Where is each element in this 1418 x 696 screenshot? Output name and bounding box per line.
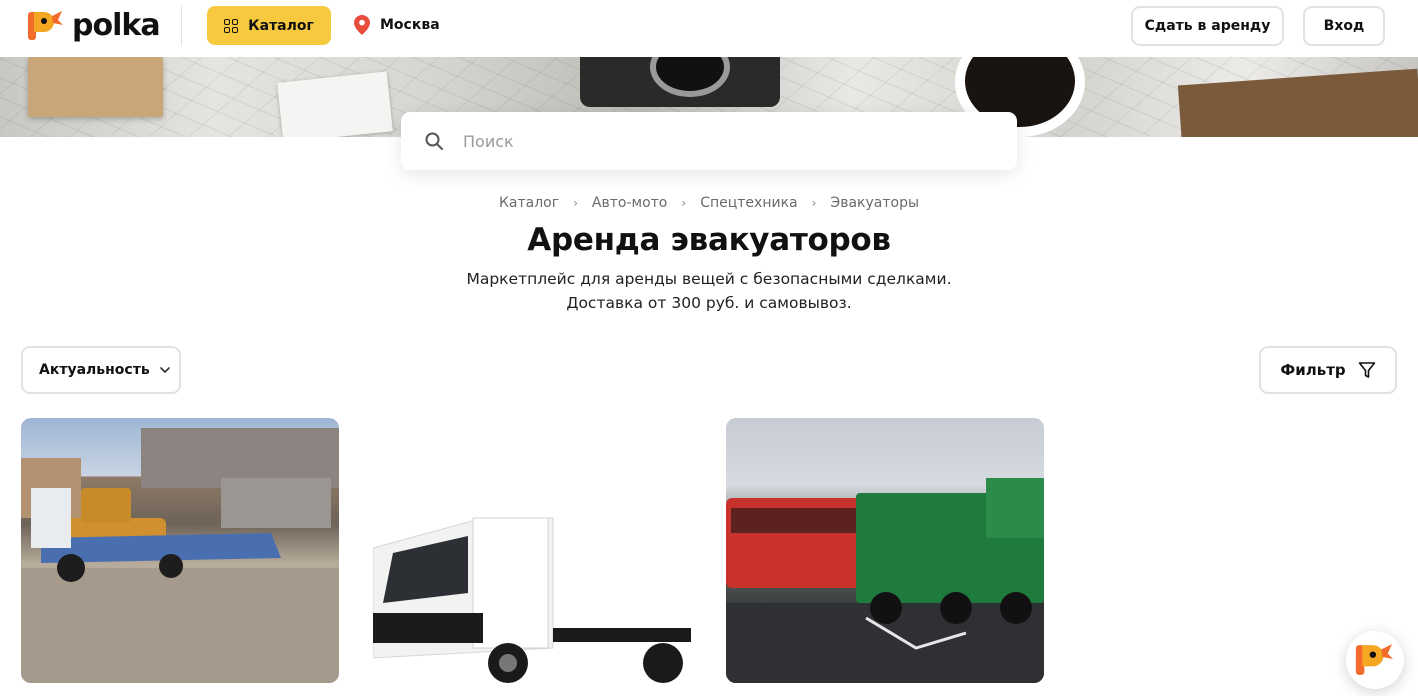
search-bar[interactable] (401, 112, 1017, 170)
sort-label: Актуальность (39, 362, 150, 378)
listing-card-image-3[interactable] (726, 418, 1044, 683)
breadcrumb: Каталог › Авто-мото › Спецтехника › Эвак… (0, 195, 1418, 211)
top-header: polka Каталог Москва Сдать в аренду Вход (0, 0, 1418, 57)
subtitle-line-1: Маркетплейс для аренды вещей с безопасны… (466, 270, 952, 288)
search-input[interactable] (463, 131, 983, 151)
polka-logo-icon (28, 11, 63, 40)
polka-logo-icon (1355, 644, 1394, 675)
login-button[interactable]: Вход (1303, 6, 1385, 46)
grid-icon (224, 18, 239, 33)
page-subtitle: Маркетплейс для аренды вещей с безопасны… (0, 267, 1418, 315)
green-tow-truck-image (726, 478, 1044, 683)
listing-card-image-1[interactable] (21, 418, 339, 683)
listing-card-image-2[interactable] (373, 418, 691, 683)
rent-out-button[interactable]: Сдать в аренду (1131, 6, 1284, 46)
breadcrumb-item-special-equipment[interactable]: Спецтехника (700, 195, 797, 211)
white-truck-image (373, 517, 691, 683)
catalog-button[interactable]: Каталог (207, 6, 331, 45)
filter-label: Фильтр (1280, 361, 1346, 379)
page-title: Аренда эвакуаторов (527, 222, 891, 258)
tow-truck-image (21, 428, 339, 683)
banner-box-decor (28, 57, 163, 117)
chevron-right-icon: › (573, 196, 578, 210)
subtitle-line-2: Доставка от 300 руб. и самовывоз. (566, 294, 852, 312)
location-pin-icon (354, 15, 370, 35)
city-label: Москва (380, 17, 440, 33)
chat-support-button[interactable] (1346, 631, 1404, 689)
chevron-down-icon (159, 367, 170, 373)
header-divider (181, 6, 182, 46)
sort-dropdown[interactable]: Актуальность (21, 346, 181, 394)
polka-logo[interactable]: polka (28, 8, 161, 43)
chevron-right-icon: › (681, 196, 687, 210)
filter-button[interactable]: Фильтр (1259, 346, 1397, 394)
city-selector[interactable]: Москва (354, 15, 440, 35)
banner-photo-decor (277, 71, 393, 137)
breadcrumb-item-catalog[interactable]: Каталог (499, 195, 559, 211)
logo-text: polka (72, 8, 161, 43)
breadcrumb-item-auto-moto[interactable]: Авто-мото (592, 195, 667, 211)
filter-funnel-icon (1358, 362, 1375, 378)
search-icon (425, 132, 443, 150)
catalog-button-label: Каталог (248, 17, 314, 34)
chevron-right-icon: › (811, 196, 817, 210)
breadcrumb-item-tow-trucks[interactable]: Эвакуаторы (830, 195, 919, 211)
